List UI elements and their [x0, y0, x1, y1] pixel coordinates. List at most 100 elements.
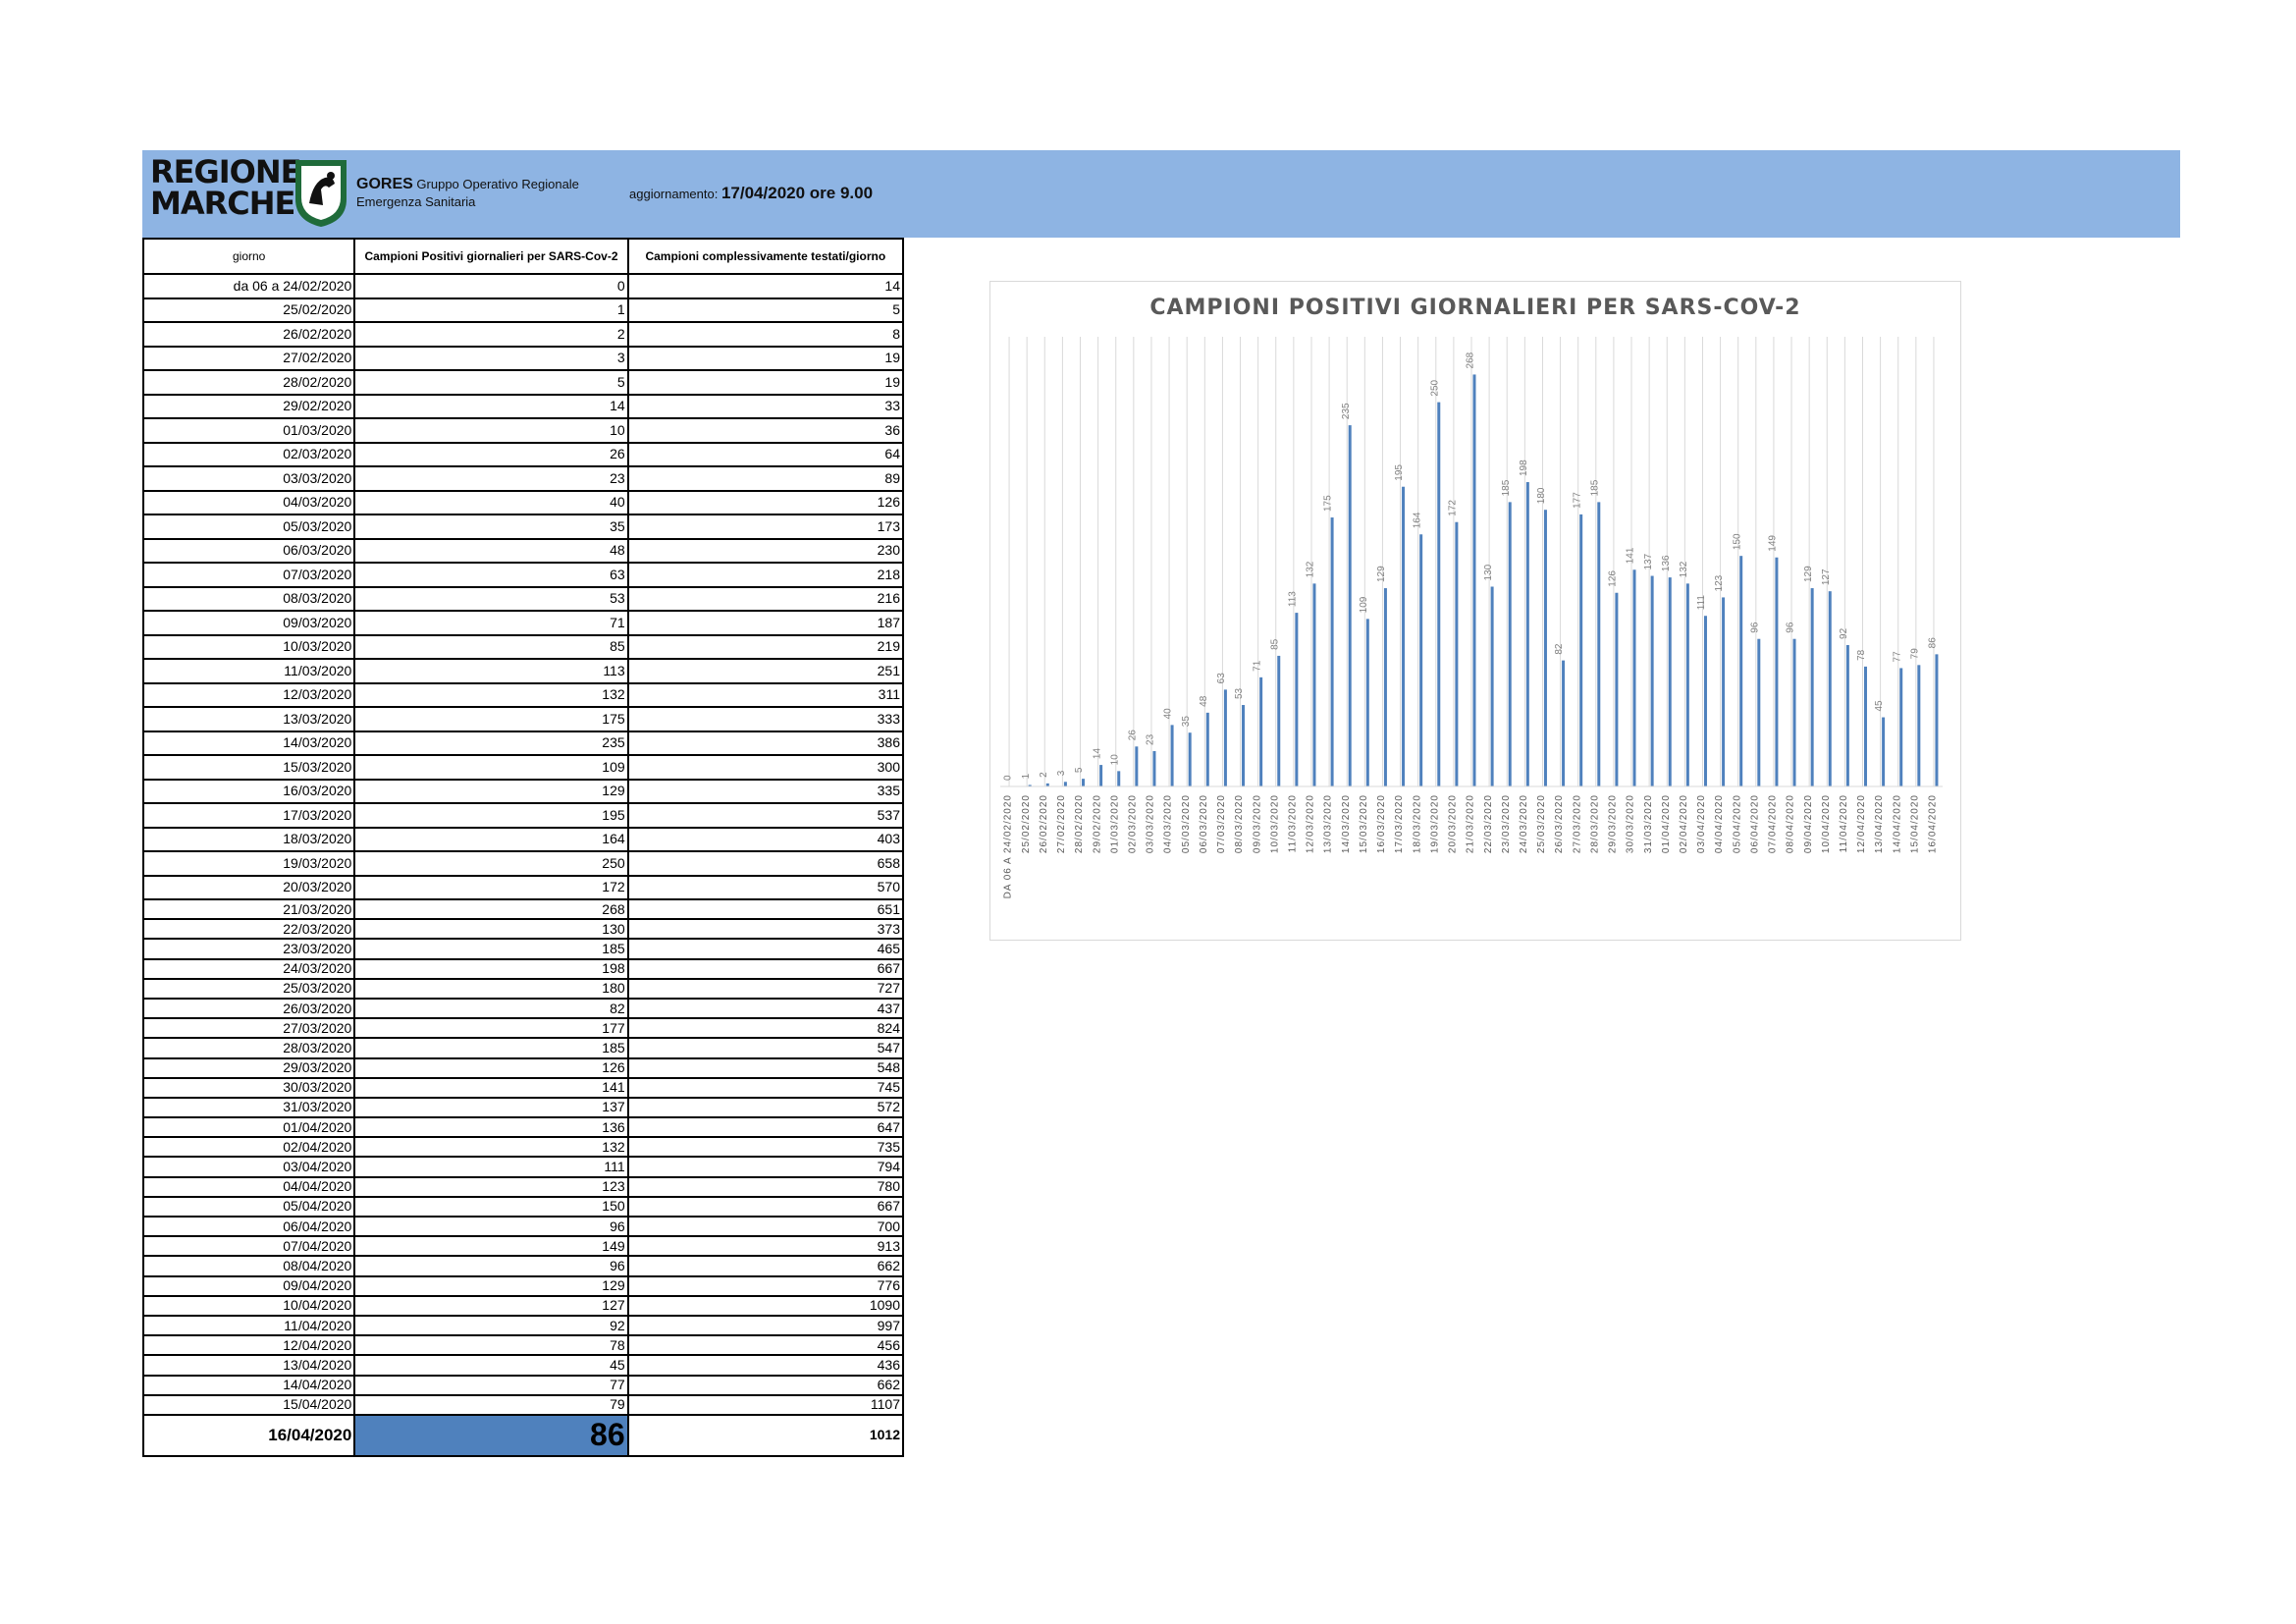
- positivi-cell: 130: [353, 918, 629, 941]
- testati-cell: 373: [626, 918, 905, 941]
- testati-cell: 1090: [626, 1294, 905, 1317]
- testati-cell: 251: [626, 658, 905, 684]
- chart-bar: [1170, 725, 1174, 786]
- data-label: 268: [1466, 352, 1476, 368]
- date-cell: 17/03/2020: [141, 802, 356, 829]
- chart-bar: [1650, 575, 1654, 786]
- x-tick-label: 28/03/2020: [1589, 794, 1600, 853]
- table-row: 28/02/2020 5 19: [141, 369, 905, 396]
- chart-bar: [1615, 592, 1619, 786]
- gores-desc1: Gruppo Operativo Regionale: [416, 177, 579, 191]
- date-cell: 14/03/2020: [141, 730, 356, 756]
- x-tick-label: 13/04/2020: [1874, 794, 1885, 853]
- data-label: 136: [1661, 555, 1672, 571]
- chart-bar: [1205, 712, 1209, 786]
- date-cell: 18/03/2020: [141, 826, 356, 852]
- date-cell: 02/03/2020: [141, 441, 356, 467]
- chart-bar: [1579, 514, 1583, 786]
- x-tick-label: 06/03/2020: [1199, 794, 1209, 853]
- date-cell: 26/03/2020: [141, 997, 356, 1020]
- data-label: 48: [1199, 695, 1209, 707]
- date-cell: 09/03/2020: [141, 610, 356, 636]
- table-row: 26/02/2020 2 8: [141, 321, 905, 348]
- data-label: 53: [1234, 687, 1245, 699]
- positivi-cell: 96: [353, 1255, 629, 1277]
- x-tick-label: 07/03/2020: [1216, 794, 1227, 853]
- date-cell: 06/04/2020: [141, 1215, 356, 1238]
- table-row: 14/03/2020 235 386: [141, 730, 905, 756]
- update-label: aggiornamento:: [629, 187, 719, 201]
- table-row: 20/03/2020 172 570: [141, 874, 905, 900]
- chart-bar: [1437, 402, 1441, 786]
- x-tick-label: 26/03/2020: [1554, 794, 1565, 853]
- chart-bar: [1099, 765, 1103, 786]
- testati-cell: 187: [626, 610, 905, 636]
- data-label: 79: [1909, 648, 1920, 660]
- data-label: 132: [1306, 561, 1316, 577]
- x-tick-label: 15/03/2020: [1359, 794, 1369, 853]
- date-cell: 13/04/2020: [141, 1354, 356, 1377]
- date-cell: 06/03/2020: [141, 537, 356, 564]
- x-tick-label: 24/03/2020: [1519, 794, 1529, 853]
- table-row: 06/04/2020 96 700: [141, 1215, 905, 1238]
- x-tick-label: 27/03/2020: [1572, 794, 1582, 853]
- latest-positivi-cell: 86: [353, 1413, 629, 1457]
- chart-bar: [1525, 482, 1529, 786]
- positivi-cell: 113: [353, 658, 629, 684]
- data-label: 126: [1608, 570, 1619, 587]
- chart-bar: [1242, 705, 1246, 786]
- chart-bar: [1312, 583, 1316, 786]
- x-tick-label: 02/03/2020: [1127, 794, 1138, 853]
- x-tick-label: 27/02/2020: [1056, 794, 1067, 853]
- regione-emblem-icon: [295, 160, 347, 227]
- testati-cell: 1107: [626, 1393, 905, 1416]
- positivi-cell: 71: [353, 610, 629, 636]
- date-cell: 21/03/2020: [141, 897, 356, 921]
- testati-cell: 126: [626, 489, 905, 515]
- table-row: 12/03/2020 132 311: [141, 681, 905, 708]
- x-tick-label: 20/03/2020: [1448, 794, 1459, 853]
- x-tick-label: 01/04/2020: [1661, 794, 1672, 853]
- date-cell: da 06 a 24/02/2020: [141, 273, 356, 299]
- data-label: 92: [1839, 627, 1849, 639]
- testati-cell: 658: [626, 850, 905, 877]
- data-label: 96: [1786, 622, 1796, 633]
- data-label: 40: [1163, 708, 1174, 720]
- x-tick-label: 03/03/2020: [1146, 794, 1156, 853]
- date-cell: 04/04/2020: [141, 1175, 356, 1198]
- testati-cell: 386: [626, 730, 905, 756]
- positivi-cell: 132: [353, 681, 629, 708]
- data-label: 185: [1501, 479, 1512, 496]
- x-tick-label: 11/03/2020: [1288, 794, 1299, 852]
- column-header-testati: Campioni complessivamente testati/giorno: [626, 238, 905, 275]
- positivi-cell: 127: [353, 1294, 629, 1317]
- date-cell: 29/03/2020: [141, 1056, 356, 1079]
- data-label: 77: [1892, 651, 1902, 663]
- table-row: 22/03/2020 130 373: [141, 918, 905, 941]
- data-label: 0: [1003, 775, 1014, 781]
- data-label: 1: [1021, 773, 1032, 779]
- table-row: 06/03/2020 48 230: [141, 537, 905, 564]
- date-cell: 07/03/2020: [141, 562, 356, 588]
- x-tick-label: 16/03/2020: [1376, 794, 1387, 853]
- chart-bar: [1223, 689, 1227, 786]
- table-row: 04/03/2020 40 126: [141, 489, 905, 515]
- x-tick-label: 10/04/2020: [1821, 794, 1832, 853]
- chart-bar: [1543, 510, 1547, 786]
- x-tick-label: 04/04/2020: [1714, 794, 1725, 853]
- positivi-cell: 172: [353, 874, 629, 900]
- data-label: 3: [1056, 770, 1067, 776]
- positivi-cell: 250: [353, 850, 629, 877]
- data-label: 82: [1554, 643, 1565, 655]
- testati-cell: 662: [626, 1374, 905, 1396]
- date-cell: 08/03/2020: [141, 585, 356, 612]
- date-cell: 12/04/2020: [141, 1334, 356, 1357]
- x-tick-label: 26/02/2020: [1039, 794, 1049, 853]
- table-row: 02/04/2020 132 735: [141, 1136, 905, 1159]
- column-header-giorno: giorno: [141, 238, 356, 275]
- table-row: 14/04/2020 77 662: [141, 1374, 905, 1396]
- positivi-cell: 85: [353, 633, 629, 660]
- date-cell: 20/03/2020: [141, 874, 356, 900]
- testati-cell: 8: [626, 321, 905, 348]
- table-row: 10/04/2020 127 1090: [141, 1294, 905, 1317]
